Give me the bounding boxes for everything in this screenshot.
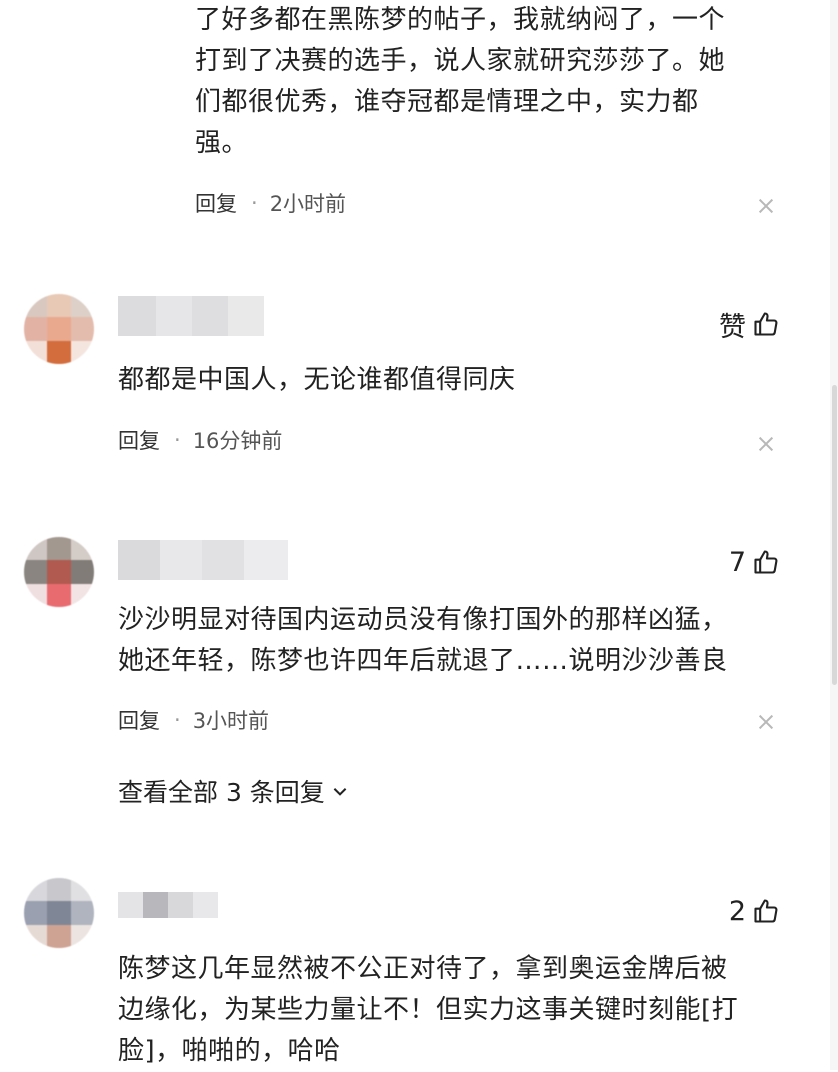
like-count: 赞	[719, 311, 746, 343]
reply-button[interactable]: 回复	[118, 425, 160, 455]
chevron-down-icon	[333, 788, 347, 796]
view-all-replies-button[interactable]: 查看全部 3 条回复	[118, 772, 349, 810]
comment-text-line: 沙沙明显对待国内运动员没有像打国外的那样凶猛，	[118, 605, 728, 635]
like-count: 2	[728, 895, 746, 927]
avatar[interactable]	[24, 294, 94, 364]
comment-text-line: 了好多都在黑陈梦的帖子，我就纳闷了，一个	[195, 5, 726, 35]
like-button[interactable]: 7	[690, 544, 780, 580]
like-button[interactable]: 赞	[690, 306, 780, 343]
view-all-replies-label: 查看全部 3 条回复	[118, 778, 325, 807]
close-icon[interactable]	[758, 714, 774, 730]
comment-time: 3小时前	[192, 709, 270, 733]
separator-dot: ·	[174, 428, 181, 452]
comment-text-line: 边缘化，为某些力量让不！但实力这事关键时刻能[打	[118, 995, 739, 1025]
reply-button[interactable]: 回复	[195, 188, 237, 218]
comment-text-line: 她还年轻，陈梦也许四年后就退了……说明沙沙善良	[118, 646, 728, 676]
username-blurred[interactable]	[118, 296, 264, 336]
separator-dot: ·	[251, 191, 258, 215]
comment-text-line: 陈梦这几年显然被不公正对待了，拿到奥运金牌后被	[118, 954, 728, 984]
reply-button[interactable]: 回复	[118, 705, 160, 735]
username-blurred[interactable]	[118, 892, 218, 918]
close-icon[interactable]	[758, 436, 774, 452]
comment-text-line: 打到了决赛的选手，说人家就研究莎莎了。她	[195, 46, 726, 76]
thumbs-up-icon	[754, 550, 778, 574]
close-icon[interactable]	[758, 198, 774, 214]
comment-meta: 回复 · 3小时前	[118, 704, 269, 736]
comment-time: 2小时前	[269, 192, 347, 216]
comment-text-line: 强。	[195, 128, 249, 158]
comment-meta: 回复 · 16分钟前	[118, 424, 282, 456]
comment-meta: 回复 · 2小时前	[195, 187, 346, 219]
comment-time: 16分钟前	[192, 429, 283, 453]
avatar[interactable]	[24, 878, 94, 948]
thumbs-up-icon	[754, 899, 778, 923]
separator-dot: ·	[174, 708, 181, 732]
username-blurred[interactable]	[118, 540, 288, 580]
like-count: 7	[728, 546, 746, 578]
comment-text-line: 脸]，啪啪的，哈哈	[118, 1036, 341, 1066]
comment-text-line: 都都是中国人，无论谁都值得同庆	[118, 365, 516, 395]
avatar[interactable]	[24, 537, 94, 607]
thumbs-up-icon	[754, 312, 778, 336]
scrollbar-thumb[interactable]	[832, 385, 837, 685]
comment-text-line: 们都很优秀，谁夺冠都是情理之中，实力都	[195, 87, 699, 117]
like-button[interactable]: 2	[690, 893, 780, 929]
